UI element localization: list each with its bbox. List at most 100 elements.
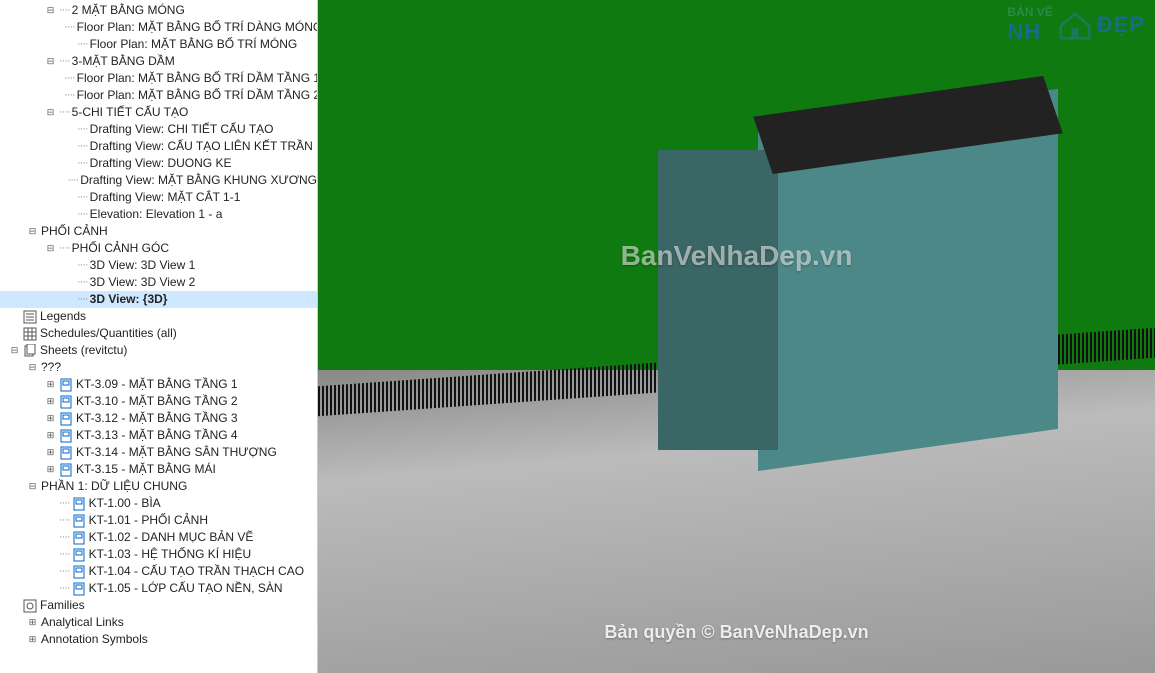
tree-expander-icon[interactable]: ⊟	[44, 55, 57, 68]
tree-expander-icon[interactable]: ⊟	[8, 344, 21, 357]
tree-item-label: 3D View: {3D}	[90, 291, 168, 308]
tree-connector: ····	[59, 580, 70, 597]
tree-item[interactable]: ····3D View: {3D}	[0, 291, 317, 308]
tree-expander-icon[interactable]: ⊞	[44, 395, 57, 408]
tree-item-label: KT-1.03 - HỆ THỐNG KÍ HIỆU	[89, 546, 251, 563]
tree-item[interactable]: ⊞Annotation Symbols	[0, 631, 317, 648]
project-browser-panel[interactable]: ⊟····2 MẶT BẰNG MÓNG····Floor Plan: MẶT …	[0, 0, 318, 673]
3d-viewport[interactable]: BanVeNhaDep.vn Bản quyền © BanVeNhaDep.v…	[318, 0, 1155, 673]
tree-item-label: KT-3.09 - MẶT BẰNG TẦNG 1	[76, 376, 238, 393]
tree-item-label: Drafting View: DUONG KE	[90, 155, 232, 172]
tree-item[interactable]: ····Drafting View: CẤU TẠO LIÊN KẾT TRẦN	[0, 138, 317, 155]
tree-item[interactable]: ⊟PHẦN 1: DỮ LIỆU CHUNG	[0, 478, 317, 495]
tree-item[interactable]: ⊞ KT-3.09 - MẶT BẰNG TẦNG 1	[0, 376, 317, 393]
tree-item-label: PHỐI CẢNH	[41, 223, 108, 240]
tree-item-label: KT-3.14 - MẶT BẰNG SÂN THƯỢNG	[76, 444, 277, 461]
tree-item-label: KT-3.15 - MẶT BẰNG MÁI	[76, 461, 216, 478]
tree-item[interactable]: ⊟····5-CHI TIẾT CẤU TẠO	[0, 104, 317, 121]
tree-item[interactable]: ····Drafting View: DUONG KE	[0, 155, 317, 172]
tree-item[interactable]: ····Floor Plan: MẶT BẰNG BỐ TRÍ DẦM TẦNG…	[0, 87, 317, 104]
tree-item[interactable]: ⊞Analytical Links	[0, 614, 317, 631]
tree-expander-icon[interactable]: ⊟	[26, 480, 39, 493]
tree-expander-icon[interactable]: ⊞	[26, 616, 39, 629]
tree-item[interactable]: ····KT-1.00 - BÌA	[0, 495, 317, 512]
tree-connector: ····	[59, 495, 70, 512]
tree-item-label: 3-MẶT BẰNG DẦM	[72, 53, 175, 70]
tree-item[interactable]: ⊟····2 MẶT BẰNG MÓNG	[0, 2, 317, 19]
tree-item-label: KT-3.12 - MẶT BẰNG TẦNG 3	[76, 410, 238, 427]
tree-item[interactable]: ····Floor Plan: MẶT BẰNG BỐ TRÍ DÀNG MÓN…	[0, 19, 317, 36]
tree-item-label: Floor Plan: MẶT BẰNG BỐ TRÍ DÀNG MÓNG	[77, 19, 318, 36]
tree-expander-icon[interactable]: ⊞	[44, 378, 57, 391]
tree-expander-icon[interactable]: ⊞	[44, 446, 57, 459]
tree-item[interactable]: ⊞ KT-3.15 - MẶT BẰNG MÁI	[0, 461, 317, 478]
sheet-icon	[72, 514, 86, 528]
tree-item-label: Floor Plan: MẶT BẰNG BỐ TRÍ DẦM TẦNG 2	[77, 87, 318, 104]
tree-item[interactable]: ⊟PHỐI CẢNH	[0, 223, 317, 240]
tree-item[interactable]: ····Floor Plan: MẶT BẰNG BỐ TRÍ DẦM TẦNG…	[0, 70, 317, 87]
tree-expander-icon[interactable]: ⊞	[44, 429, 57, 442]
tree-expander-icon[interactable]: ⊟	[44, 242, 57, 255]
tree-item[interactable]: ···· KT-1.04 - CẤU TẠO TRẦN THẠCH CAO	[0, 563, 317, 580]
sheets-icon	[23, 344, 37, 358]
tree-item[interactable]: ⊟····3-MẶT BẰNG DẦM	[0, 53, 317, 70]
tree-connector: ····	[64, 87, 75, 104]
brand-logo: BẢN VẼ NH ĐẸP	[1007, 5, 1145, 45]
tree-item[interactable]: Schedules/Quantities (all)	[0, 325, 317, 342]
house-icon	[1057, 10, 1093, 40]
tree-item-label: 3D View: 3D View 1	[90, 257, 196, 274]
tree-connector: ····	[77, 155, 88, 172]
tree-connector: ····	[59, 563, 70, 580]
tree-item-label: KT-3.10 - MẶT BẰNG TẦNG 2	[76, 393, 238, 410]
tree-connector: ····	[59, 104, 70, 121]
tree-item-label: Analytical Links	[41, 614, 124, 631]
tree-item[interactable]: ⊟····PHỐI CẢNH GÓC	[0, 240, 317, 257]
tree-item[interactable]: Families	[0, 597, 317, 614]
tree-connector: ····	[59, 240, 70, 257]
tree-connector: ····	[77, 206, 88, 223]
tree-item-label: KT-1.04 - CẤU TẠO TRẦN THẠCH CAO	[89, 563, 304, 580]
tree-item[interactable]: ····KT-1.03 - HỆ THỐNG KÍ HIỆU	[0, 546, 317, 563]
tree-expander-icon[interactable]: ⊟	[26, 361, 39, 374]
tree-expander-icon[interactable]: ⊞	[44, 463, 57, 476]
tree-connector: ····	[77, 257, 88, 274]
sheet-icon	[59, 395, 73, 409]
schedule-icon	[23, 327, 37, 341]
tree-item-label: Drafting View: MẶT BẰNG KHUNG XƯƠNG	[80, 172, 317, 189]
tree-item[interactable]: ⊞ KT-3.10 - MẶT BẰNG TẦNG 2	[0, 393, 317, 410]
tree-item[interactable]: Legends	[0, 308, 317, 325]
tree-item-label: Annotation Symbols	[41, 631, 148, 648]
tree-item[interactable]: ····Drafting View: CHI TIẾT CẤU TẠO	[0, 121, 317, 138]
tree-expander-icon[interactable]: ⊞	[26, 633, 39, 646]
tree-expander-icon[interactable]: ⊟	[26, 225, 39, 238]
legend-icon	[23, 310, 37, 324]
tree-expander-icon[interactable]: ⊞	[44, 412, 57, 425]
tree-item-label: KT-3.13 - MẶT BẰNG TẦNG 4	[76, 427, 238, 444]
tree-item[interactable]: ⊟Sheets (revitctu)	[0, 342, 317, 359]
tree-item[interactable]: ⊞ KT-3.12 - MẶT BẰNG TẦNG 3	[0, 410, 317, 427]
tree-connector: ····	[77, 121, 88, 138]
tree-item[interactable]: ⊞ KT-3.14 - MẶT BẰNG SÂN THƯỢNG	[0, 444, 317, 461]
tree-item[interactable]: ····Drafting View: MẶT CẮT 1-1	[0, 189, 317, 206]
tree-expander-icon[interactable]: ⊟	[44, 106, 57, 119]
tree-item[interactable]: ····Elevation: Elevation 1 - a	[0, 206, 317, 223]
tree-item[interactable]: ····3D View: 3D View 2	[0, 274, 317, 291]
tree-item[interactable]: ····KT-1.05 - LỚP CẤU TẠO NỀN, SÀN	[0, 580, 317, 597]
tree-item[interactable]: ⊞ KT-3.13 - MẶT BẰNG TẦNG 4	[0, 427, 317, 444]
tree-item[interactable]: ····KT-1.01 - PHỐI CẢNH	[0, 512, 317, 529]
tree-connector: ····	[77, 189, 88, 206]
tree-item[interactable]: ····Floor Plan: MẶT BẰNG BỐ TRÍ MÓNG	[0, 36, 317, 53]
tree-expander-icon[interactable]: ⊟	[44, 4, 57, 17]
tree-connector: ····	[68, 172, 79, 189]
tree-item-label: 2 MẶT BẰNG MÓNG	[72, 2, 185, 19]
tree-item[interactable]: ····KT-1.02 - DANH MỤC BẢN VẼ	[0, 529, 317, 546]
tree-item[interactable]: ····Drafting View: MẶT BẰNG KHUNG XƯƠNG	[0, 172, 317, 189]
tree-item[interactable]: ⊟???	[0, 359, 317, 376]
tree-item-label: ???	[41, 359, 61, 376]
tree-connector: ····	[77, 36, 88, 53]
families-icon	[23, 599, 37, 613]
building-model	[598, 70, 958, 450]
tree-item[interactable]: ····3D View: 3D View 1	[0, 257, 317, 274]
tree-item-label: KT-1.01 - PHỐI CẢNH	[89, 512, 208, 529]
sheet-icon	[59, 446, 73, 460]
